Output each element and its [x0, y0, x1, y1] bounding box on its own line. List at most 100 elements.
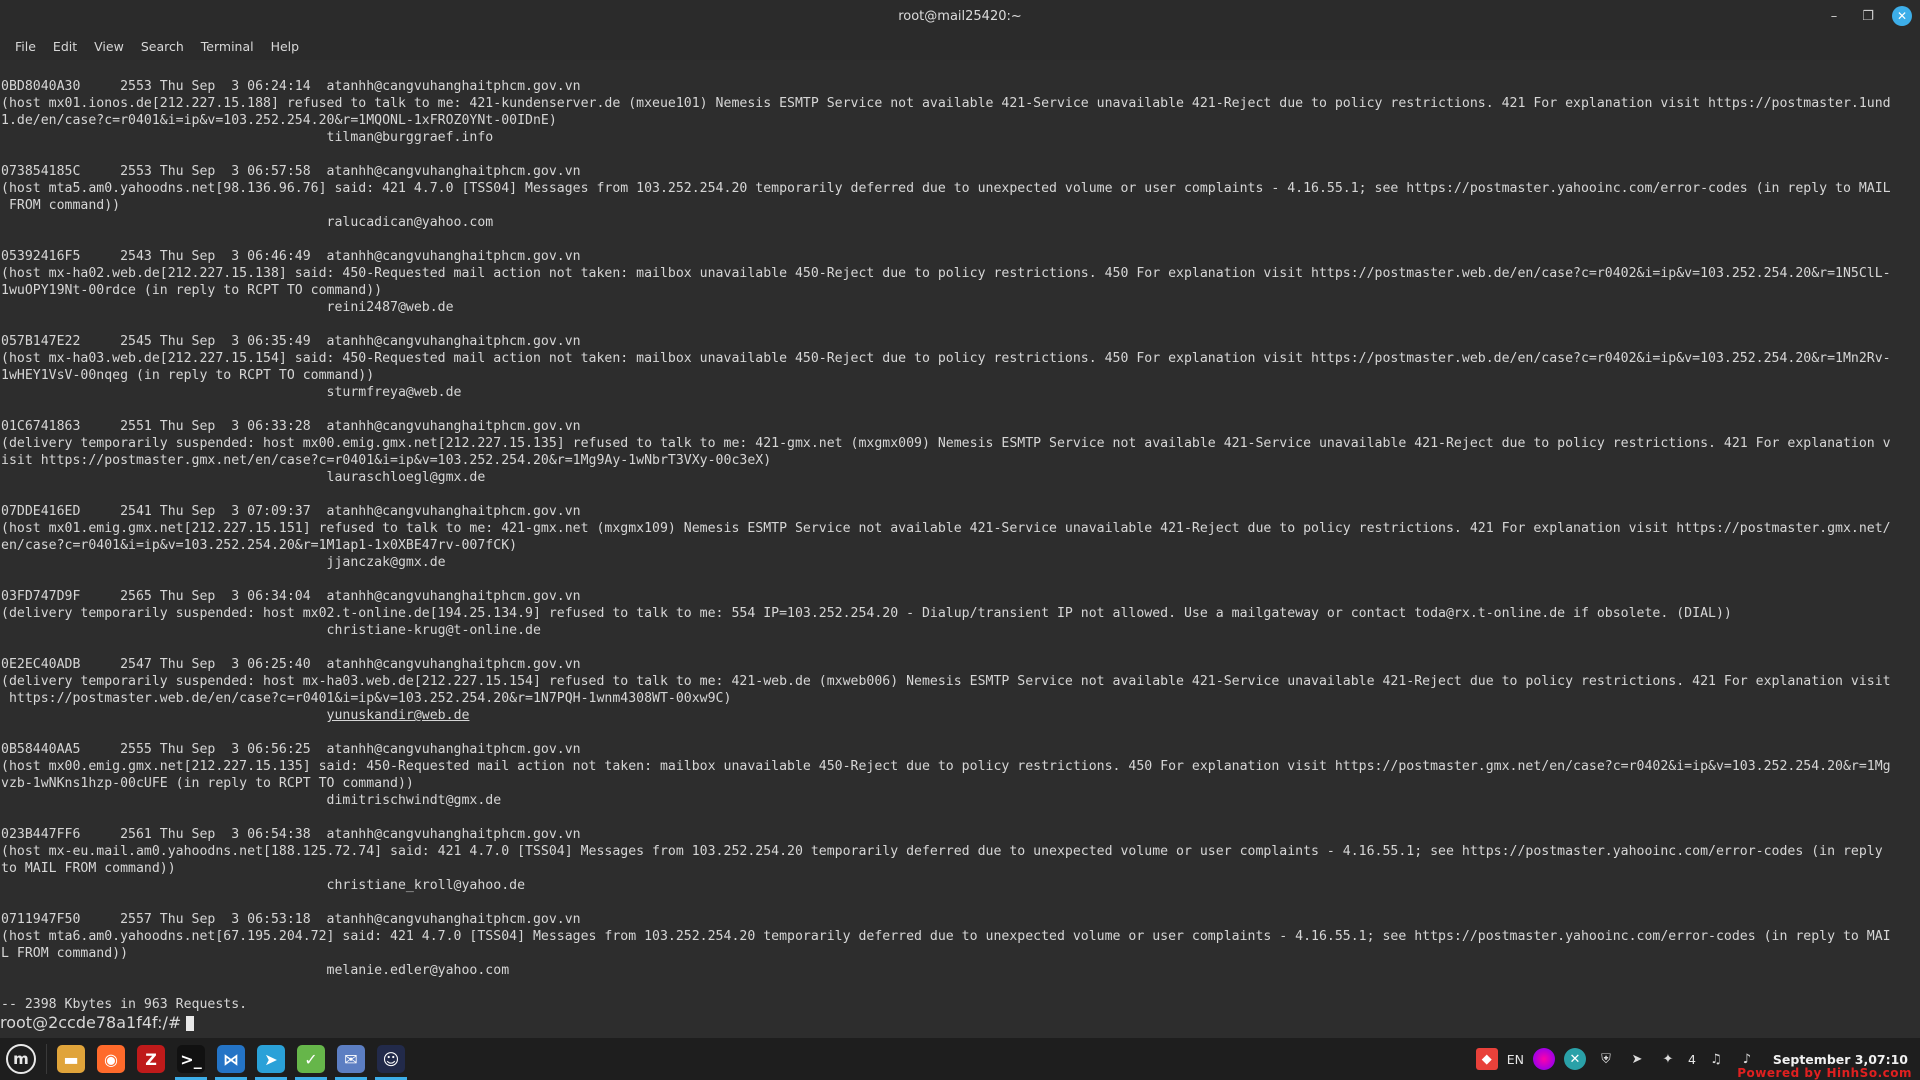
- terminal-line: 0E2EC40ADB 2547 Thu Sep 3 06:25:40 atanh…: [1, 657, 581, 672]
- terminal-prompt-line[interactable]: root@2ccde78a1f4f:/#: [0, 1013, 1920, 1032]
- mail-app-button[interactable]: ✉: [331, 1038, 371, 1080]
- window-titlebar: root@mail25420:~ – ❐ ✕: [0, 0, 1920, 33]
- terminal-line: 0BD8040A30 2553 Thu Sep 3 06:24:14 atanh…: [1, 79, 581, 94]
- terminal-line: tilman@burggraef.info: [1, 130, 494, 145]
- menu-view[interactable]: View: [87, 36, 131, 57]
- terminal-line: (delivery temporarily suspended: host mx…: [1, 606, 1732, 621]
- vscode-app-icon: ⋈: [217, 1045, 245, 1073]
- filezilla-app-icon: Z: [137, 1045, 165, 1073]
- terminal-line: 0711947F50 2557 Thu Sep 3 06:53:18 atanh…: [1, 912, 581, 927]
- clock[interactable]: September 3,07:10: [1773, 1052, 1908, 1067]
- terminal-line: sturmfreya@web.de: [1, 385, 462, 400]
- menu-help[interactable]: Help: [264, 36, 307, 57]
- minimize-button[interactable]: –: [1824, 6, 1844, 26]
- terminal-line: (host mx01.ionos.de[212.227.15.188] refu…: [1, 96, 1891, 111]
- terminal-line: (delivery temporarily suspended: host mx…: [1, 674, 1891, 689]
- terminal-link[interactable]: yunuskandir@web.de: [327, 708, 470, 723]
- terminal-line: L FROM command)): [1, 946, 129, 961]
- menu-bar: File Edit View Search Terminal Help: [0, 33, 1920, 60]
- terminal-line: (host mx-ha02.web.de[212.227.15.138] sai…: [1, 266, 1891, 281]
- terminal-prompt: root@2ccde78a1f4f:/#: [0, 1013, 187, 1032]
- terminal-line: 03FD747D9F 2565 Thu Sep 3 06:34:04 atanh…: [1, 589, 581, 604]
- terminal-line: (host mta6.am0.yahoodns.net[67.195.204.7…: [1, 929, 1891, 944]
- terminal-line: (host mx01.emig.gmx.net[212.227.15.151] …: [1, 521, 1891, 536]
- terminal-area[interactable]: 0BD8040A30 2553 Thu Sep 3 06:24:14 atanh…: [0, 60, 1920, 1038]
- filezilla-app-button[interactable]: Z: [131, 1038, 171, 1080]
- start-menu-button[interactable]: m: [0, 1038, 42, 1080]
- menu-file[interactable]: File: [8, 36, 43, 57]
- update-app-button[interactable]: ✓: [291, 1038, 331, 1080]
- anydesk-tray-icon[interactable]: ◆: [1475, 1048, 1498, 1070]
- watermark: Powered by HinhSo.com: [1737, 1066, 1912, 1080]
- terminal-line: jjanczak@gmx.de: [1, 555, 446, 570]
- terminal-output: 0BD8040A30 2553 Thu Sep 3 06:24:14 atanh…: [0, 78, 1920, 1013]
- terminal-line: ralucadican@yahoo.com: [1, 215, 494, 230]
- menu-search[interactable]: Search: [134, 36, 191, 57]
- terminal-line: christiane_kroll@yahoo.de: [1, 878, 526, 893]
- terminal-line: 07DDE416ED 2541 Thu Sep 3 07:09:37 atanh…: [1, 504, 581, 519]
- sync-tray-icon[interactable]: ✕: [1563, 1048, 1586, 1070]
- close-button[interactable]: ✕: [1892, 6, 1912, 26]
- terminal-line: (host mx00.emig.gmx.net[212.227.15.135] …: [1, 759, 1891, 774]
- window-controls: – ❐ ✕: [1824, 6, 1912, 26]
- terminal-line: isit https://postmaster.gmx.net/en/case?…: [1, 453, 772, 468]
- terminal-line: (delivery temporarily suspended: host mx…: [1, 436, 1891, 451]
- terminal-line: vzb-1wNKns1hzp-00cUFE (in reply to RCPT …: [1, 776, 414, 791]
- terminal-line: lauraschloegl@gmx.de: [1, 470, 486, 485]
- mail-app-icon: ✉: [337, 1045, 365, 1073]
- terminal-line: 01C6741863 2551 Thu Sep 3 06:33:28 atanh…: [1, 419, 581, 434]
- firefox-app-icon: ◉: [97, 1045, 125, 1073]
- files-app-button[interactable]: ▬: [51, 1038, 91, 1080]
- terminal-line: https://postmaster.web.de/en/case?c=r040…: [1, 691, 732, 706]
- terminal-line: 1wHEY1VsV-00nqeg (in reply to RCPT TO co…: [1, 368, 375, 383]
- terminal-line: yunuskandir@web.de: [1, 707, 1920, 724]
- terminal-app-button[interactable]: >_: [171, 1038, 211, 1080]
- telegram-tray-icon[interactable]: ➤: [1626, 1048, 1648, 1070]
- terminal-line: 057B147E22 2545 Thu Sep 3 06:35:49 atanh…: [1, 334, 581, 349]
- terminal-line: 1wuOPY19Nt-00rdce (in reply to RCPT TO c…: [1, 283, 383, 298]
- firefox-app-button[interactable]: ◉: [91, 1038, 131, 1080]
- terminal-line: 1.de/en/case?c=r0401&i=ip&v=103.252.254.…: [1, 113, 557, 128]
- terminal-line: (host mx-ha03.web.de[212.227.15.154] sai…: [1, 351, 1891, 366]
- telegram-app-icon: ➤: [257, 1045, 285, 1073]
- terminal-line: 05392416F5 2543 Thu Sep 3 06:46:49 atanh…: [1, 249, 581, 264]
- chat-app-icon: ☺: [377, 1045, 405, 1073]
- terminal-app-icon: >_: [177, 1045, 205, 1073]
- color-tray-icon[interactable]: [1532, 1048, 1555, 1070]
- shield-icon[interactable]: ⛨: [1595, 1048, 1617, 1070]
- taskbar-apps: ▬ ◉ Z >_ ⋈ ➤ ✓ ✉ ☺: [51, 1038, 411, 1080]
- vscode-app-button[interactable]: ⋈: [211, 1038, 251, 1080]
- taskbar: m ▬ ◉ Z >_ ⋈ ➤ ✓ ✉ ☺ ◆ EN ✕ ⛨ ➤ ✦ 4 ♫ ♪ Septembe…: [0, 1038, 1920, 1080]
- menu-edit[interactable]: Edit: [46, 36, 84, 57]
- terminal-line: -- 2398 Kbytes in 963 Requests.: [1, 997, 248, 1012]
- terminal-line: reini2487@web.de: [1, 300, 454, 315]
- terminal-line: dimitrischwindt@gmx.de: [1, 793, 502, 808]
- terminal-line: 073854185C 2553 Thu Sep 3 06:57:58 atanh…: [1, 164, 581, 179]
- bell-icon[interactable]: ♫: [1705, 1048, 1727, 1070]
- terminal-line: 0B58440AA5 2555 Thu Sep 3 06:56:25 atanh…: [1, 742, 581, 757]
- maximize-button[interactable]: ❐: [1858, 6, 1878, 26]
- menu-terminal[interactable]: Terminal: [194, 36, 261, 57]
- telegram-app-button[interactable]: ➤: [251, 1038, 291, 1080]
- update-app-icon: ✓: [297, 1045, 325, 1073]
- terminal-line: FROM command)): [1, 198, 121, 213]
- terminal-line: en/case?c=r0401&i=ip&v=103.252.254.20&r=…: [1, 538, 518, 553]
- files-app-icon: ▬: [57, 1045, 85, 1073]
- chat-app-button[interactable]: ☺: [371, 1038, 411, 1080]
- keyboard-layout[interactable]: EN: [1507, 1052, 1524, 1067]
- notification-icon[interactable]: ✦: [1657, 1048, 1679, 1070]
- terminal-line: melanie.edler@yahoo.com: [1, 963, 510, 978]
- window-title: root@mail25420:~: [898, 9, 1022, 24]
- notification-count: 4: [1687, 1051, 1696, 1067]
- terminal-line: (host mta5.am0.yahoodns.net[98.136.96.76…: [1, 181, 1891, 196]
